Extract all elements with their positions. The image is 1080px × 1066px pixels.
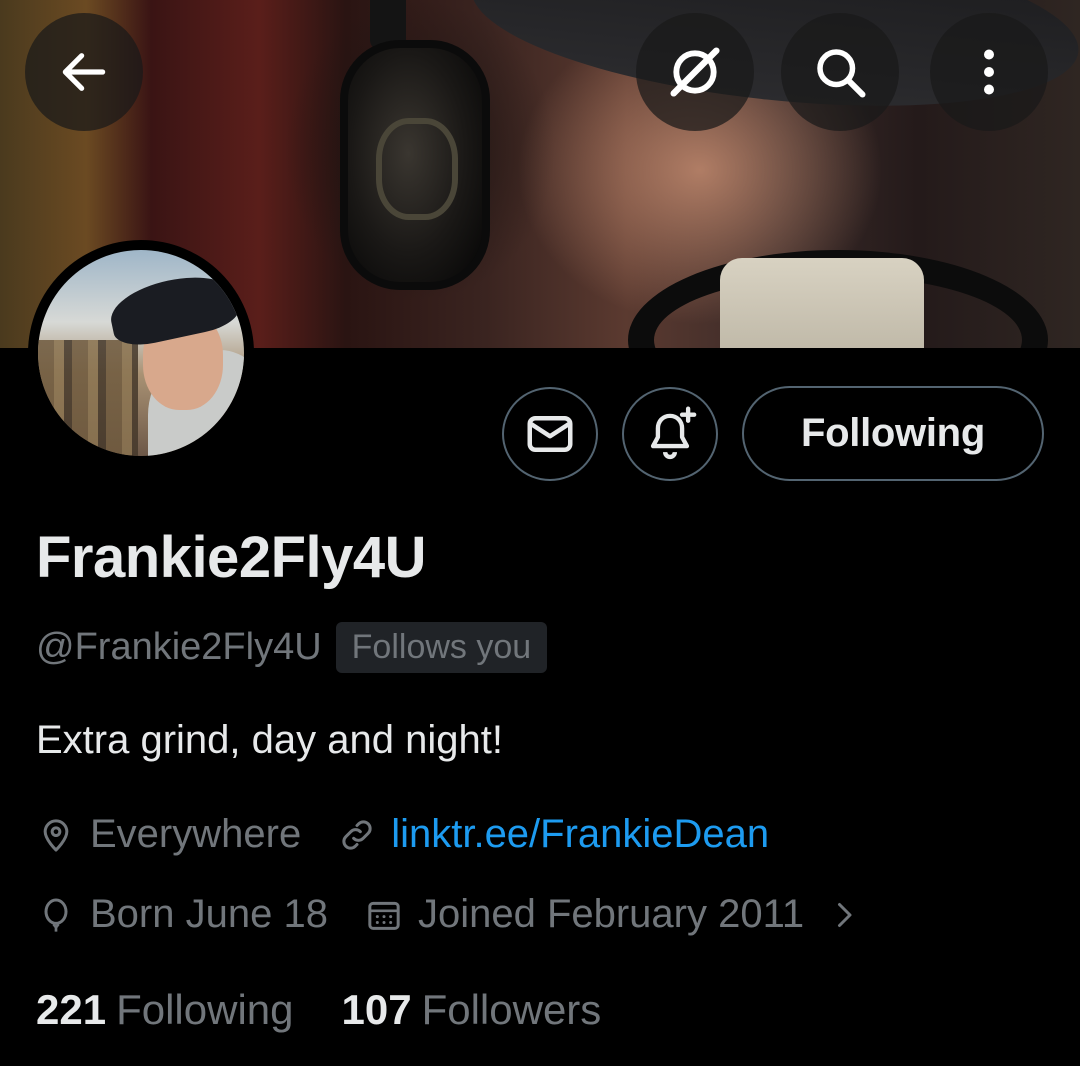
followers-label: Followers [421,986,602,1033]
arrow-left-icon [62,53,106,91]
birthday-item: Born June 18 [36,892,328,937]
calendar-icon [368,901,400,930]
location-item: Everywhere [36,812,301,857]
message-button[interactable] [502,387,598,481]
joined-text: Joined February 2011 [417,892,805,936]
link-icon [342,819,372,850]
banner-headphone-shape [340,40,490,290]
search-button[interactable] [781,13,899,131]
birthday-text: Born June 18 [90,892,328,936]
following-stat[interactable]: 221 Following [36,986,294,1034]
following-button[interactable]: Following [742,386,1044,481]
banner-mic-shape [720,258,924,348]
grok-icon [670,47,720,97]
website-item[interactable]: linktr.ee/FrankieDean [337,812,769,857]
following-count: 221 [36,986,107,1033]
display-name: Frankie2Fly4U [36,525,427,590]
grok-button[interactable] [636,13,754,131]
follow-stats: 221 Following 107 Followers [36,986,601,1034]
joined-item: Joined February 2011 [364,892,804,937]
follows-you-badge: Follows you [335,622,548,673]
profile-bio: Extra grind, day and night! [36,718,503,762]
avatar-bg-shape [38,340,138,456]
meta-row-dates[interactable]: Born June 18 Joined February 2011 [36,892,862,937]
meta-row-location: Everywhere linktr.ee/FrankieDean [36,812,805,857]
avatar-hat-shape [105,267,243,351]
website-link[interactable]: linktr.ee/FrankieDean [391,812,769,857]
back-button[interactable] [25,13,143,131]
handle-row: @Frankie2Fly4U Follows you [36,622,548,673]
balloon-icon [44,898,68,932]
profile-avatar[interactable] [28,240,254,466]
followers-count: 107 [341,986,412,1033]
location-pin-icon [43,818,69,851]
followers-stat[interactable]: 107 Followers [342,986,602,1034]
envelope-icon [527,416,573,452]
chevron-right-icon[interactable] [826,897,862,933]
avatar-image [38,250,244,456]
more-button[interactable] [930,13,1048,131]
search-icon [817,49,866,98]
location-text: Everywhere [90,812,302,856]
bell-plus-icon [650,406,697,460]
more-vertical-icon [984,49,994,95]
notify-button[interactable] [622,387,718,481]
following-label: Following [116,986,294,1033]
user-handle: @Frankie2Fly4U [36,626,322,668]
